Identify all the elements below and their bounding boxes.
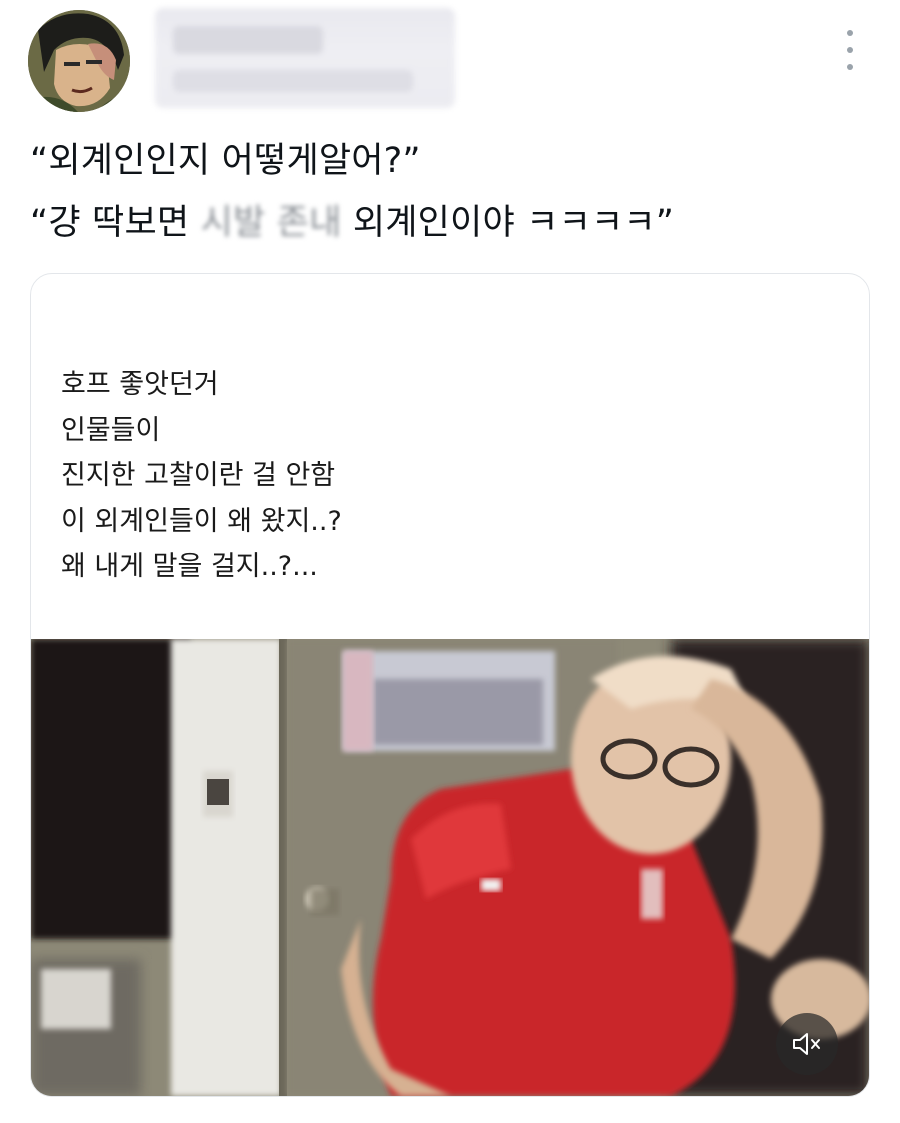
tweet-line-2-end: 외계인이야 ㅋㅋㅋㅋ” — [341, 203, 675, 243]
avatar-image — [28, 10, 130, 112]
caption-line: 인물들이 — [61, 414, 161, 446]
video-player[interactable] — [31, 639, 869, 1096]
tweet-line-2: “걍 딱보면 시발 존내 외계인이야 ㅋㅋㅋㅋ” — [30, 192, 870, 254]
avatar[interactable] — [28, 10, 130, 112]
caption-line: 왜 내게 말을 걸지..?... — [61, 551, 318, 582]
censored-text: 시발 존내 — [200, 203, 342, 243]
video-frame — [31, 639, 869, 1096]
tweet-header — [0, 0, 900, 120]
author-name-blurred[interactable] — [155, 8, 455, 108]
caption-line: 이 외계인들이 왜 왔지..? — [61, 505, 342, 537]
more-options-button[interactable] — [838, 30, 862, 70]
tweet-text: “외계인인지 어떻게알어?” “걍 딱보면 시발 존내 외계인이야 ㅋㅋㅋㅋ” — [30, 130, 870, 254]
more-vertical-icon — [847, 30, 853, 36]
caption-line: 호프 좋앗던거 — [61, 369, 219, 400]
video-caption: 호프 좋앗던거 인물들이 진지한 고찰이란 걸 안함 이 외계인들이 왜 왔지.… — [61, 362, 342, 590]
volume-muted-icon — [793, 1033, 820, 1055]
mute-button[interactable] — [776, 1013, 838, 1075]
tweet-line-1: “외계인인지 어떻게알어?” — [30, 141, 421, 181]
more-vertical-icon-dot — [847, 47, 853, 53]
caption-line: 진지한 고찰이란 걸 안함 — [61, 460, 336, 491]
media-card[interactable]: 호프 좋앗던거 인물들이 진지한 고찰이란 걸 안함 이 외계인들이 왜 왔지.… — [30, 273, 870, 1097]
tweet-line-2-start: “걍 딱보면 — [30, 203, 201, 243]
more-vertical-icon-dot — [847, 64, 853, 70]
